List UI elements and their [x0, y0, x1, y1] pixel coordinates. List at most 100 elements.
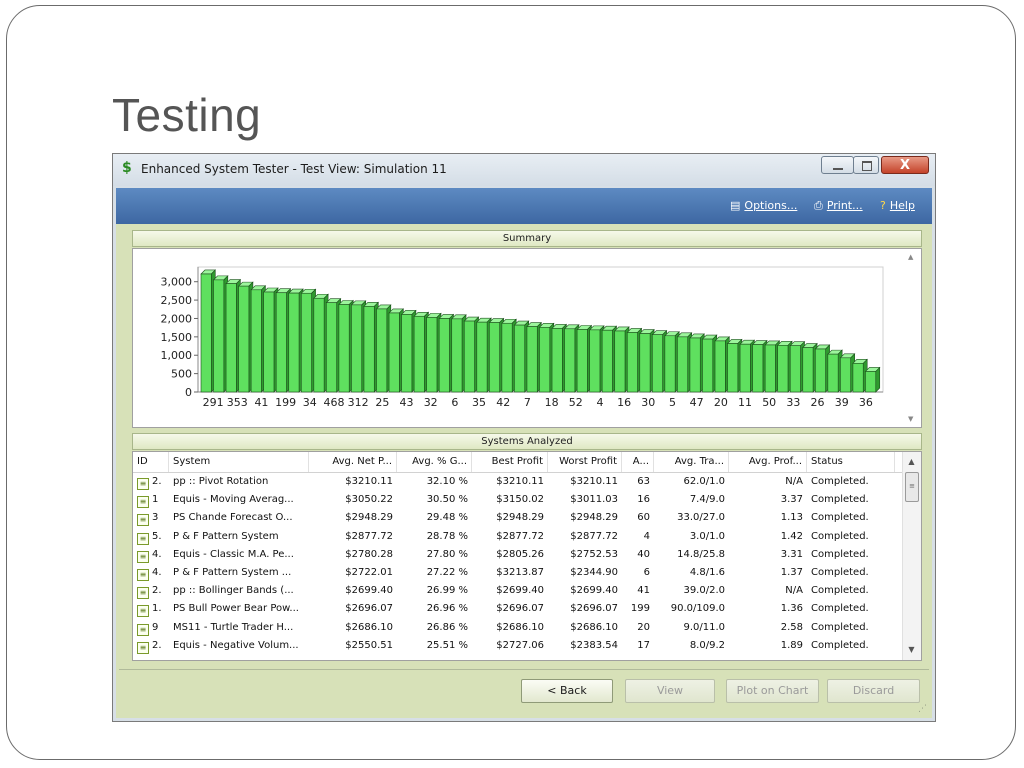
column-header[interactable]: Status	[807, 452, 895, 472]
column-header[interactable]: Avg. Net P...	[309, 452, 397, 472]
table-cell: Completed.	[811, 548, 869, 560]
systems-table: ID System Avg. Net P... Avg. % G... Best Pro…	[132, 451, 922, 661]
column-header[interactable]: A...	[622, 452, 654, 472]
bar	[263, 291, 275, 393]
y-tick-label: 500	[171, 368, 192, 381]
table-cell: 27.80 %	[426, 548, 468, 560]
column-header[interactable]: ID	[133, 452, 169, 472]
table-cell: 62.0/1.0	[683, 476, 725, 487]
table-cell: $2727.06	[496, 639, 544, 651]
system-row-icon: ≡	[137, 550, 149, 563]
table-cell: 33.0/27.0	[677, 512, 725, 524]
bar	[664, 335, 676, 393]
bar	[614, 330, 626, 393]
bar	[376, 308, 388, 393]
column-header[interactable]: System	[169, 452, 309, 472]
table-row[interactable]: ≡ 5. P & F Pattern System $2877.72 28.78 % $2…	[133, 528, 905, 546]
table-cell: 32.10 %	[426, 476, 468, 487]
table-cell: $2699.40	[496, 585, 544, 597]
table-cell: P & F Pattern System	[173, 530, 279, 542]
table-cell: 1.36	[780, 603, 803, 615]
bar	[489, 322, 500, 393]
close-button[interactable]: X	[881, 156, 929, 174]
table-cell: $3050.22	[345, 494, 393, 506]
column-header[interactable]: Avg. Prof...	[729, 452, 807, 472]
table-cell: 16	[637, 494, 650, 506]
column-header[interactable]: Best Profit	[472, 452, 548, 472]
table-cell: 199	[630, 603, 650, 615]
table-cell: ≡ 4.	[133, 546, 169, 564]
y-tick-label: 1,500	[161, 331, 193, 344]
bar	[589, 329, 601, 393]
table-cell: 4.8/1.6	[689, 567, 725, 578]
table-cell: $2877.72	[496, 530, 544, 542]
scroll-down-arrow-icon[interactable]: ▼	[908, 415, 913, 423]
table-row[interactable]: ≡ 1. PS Bull Power Bear Pow... $2696.07 26.9…	[133, 600, 905, 618]
column-header[interactable]: Worst Profit	[548, 452, 622, 472]
table-row[interactable]: ≡ 4. P & F Pattern System ... $2722.01 27.22…	[133, 564, 905, 582]
view-button[interactable]: View	[625, 679, 715, 703]
table-cell: 27.22 %	[426, 567, 468, 578]
chart-scrollbar[interactable]: ▲ ▼	[904, 249, 921, 427]
bar	[501, 322, 513, 393]
table-cell: ≡ 2.	[133, 582, 169, 600]
bar	[752, 344, 764, 393]
table-cell: ≡ 9	[133, 619, 169, 637]
bar	[702, 338, 714, 393]
bar	[225, 283, 237, 393]
x-tick-label: 199	[275, 396, 296, 409]
table-cell: 3.31	[780, 548, 803, 560]
bar	[764, 344, 776, 393]
table-cell: $2699.40	[345, 585, 393, 597]
table-cell: 17	[637, 639, 650, 651]
x-tick-label: 33	[786, 396, 800, 409]
table-cell: 25.51 %	[426, 639, 468, 651]
scroll-thumb[interactable]: ≡	[905, 472, 919, 502]
x-tick-label: 52	[569, 396, 583, 409]
bar	[438, 318, 450, 393]
bar	[514, 324, 526, 393]
table-row[interactable]: ≡ 2. Equis - Negative Volum... $2550.51 25.5…	[133, 637, 905, 655]
x-tick-label: 42	[496, 396, 510, 409]
table-cell: Completed.	[811, 639, 869, 651]
table-cell: pp :: Pivot Rotation	[173, 476, 269, 487]
bar	[714, 340, 726, 393]
table-cell: $2722.01	[345, 567, 393, 578]
table-row[interactable]: ≡ 3 PS Chande Forecast O... $2948.29 29.48 %…	[133, 509, 905, 527]
table-cell: $2805.26	[496, 548, 544, 560]
options-button[interactable]: ▤ Options...	[730, 199, 797, 212]
table-row[interactable]: ≡ 4. Equis - Classic M.A. Pe... $2780.28 27.…	[133, 546, 905, 564]
plot-on-chart-button[interactable]: Plot on Chart	[726, 679, 819, 703]
scroll-up-arrow-icon[interactable]: ▲	[903, 454, 920, 470]
table-cell: $2696.07	[345, 603, 393, 615]
print-button[interactable]: ⎙ Print...	[814, 199, 863, 213]
table-cell: N/A	[785, 476, 803, 487]
table-row[interactable]: ≡ 9 MS11 - Turtle Trader H... $2686.10 26.86…	[133, 619, 905, 637]
help-button[interactable]: ? Help	[880, 199, 915, 212]
table-row[interactable]: ≡ 2. pp :: Pivot Rotation $3210.11 32.10 % $3…	[133, 473, 905, 491]
back-button[interactable]: < Back	[521, 679, 613, 703]
options-label: Options...	[744, 199, 798, 212]
column-header[interactable]: Avg. Tra...	[654, 452, 729, 472]
minimize-button[interactable]	[821, 156, 854, 174]
column-header[interactable]: Avg. % G...	[397, 452, 472, 472]
scroll-down-arrow-icon[interactable]: ▼	[903, 642, 920, 658]
scroll-up-arrow-icon[interactable]: ▲	[908, 253, 913, 261]
maximize-button[interactable]	[853, 156, 879, 174]
resize-grip-icon[interactable]: ⋰	[918, 704, 928, 714]
bar	[313, 297, 325, 393]
table-row[interactable]: ≡ 2. pp :: Bollinger Bands (... $2699.40 26.…	[133, 582, 905, 600]
y-tick-label: 0	[185, 386, 192, 399]
x-tick-label: 353	[227, 396, 248, 409]
bar	[451, 318, 463, 393]
table-scrollbar[interactable]: ▲ ≡ ▼	[902, 452, 921, 660]
table-cell: $2948.29	[496, 512, 544, 524]
discard-button[interactable]: Discard	[827, 679, 920, 703]
table-cell: 6	[643, 567, 650, 578]
table-cell: Completed.	[811, 494, 869, 506]
table-cell: 28.78 %	[426, 530, 468, 542]
table-cell: P & F Pattern System ...	[173, 567, 292, 578]
table-row[interactable]: ≡ 1 Equis - Moving Averag... $3050.22 30.50 …	[133, 491, 905, 509]
table-cell: 7.4/9.0	[689, 494, 725, 506]
bar	[288, 292, 300, 393]
